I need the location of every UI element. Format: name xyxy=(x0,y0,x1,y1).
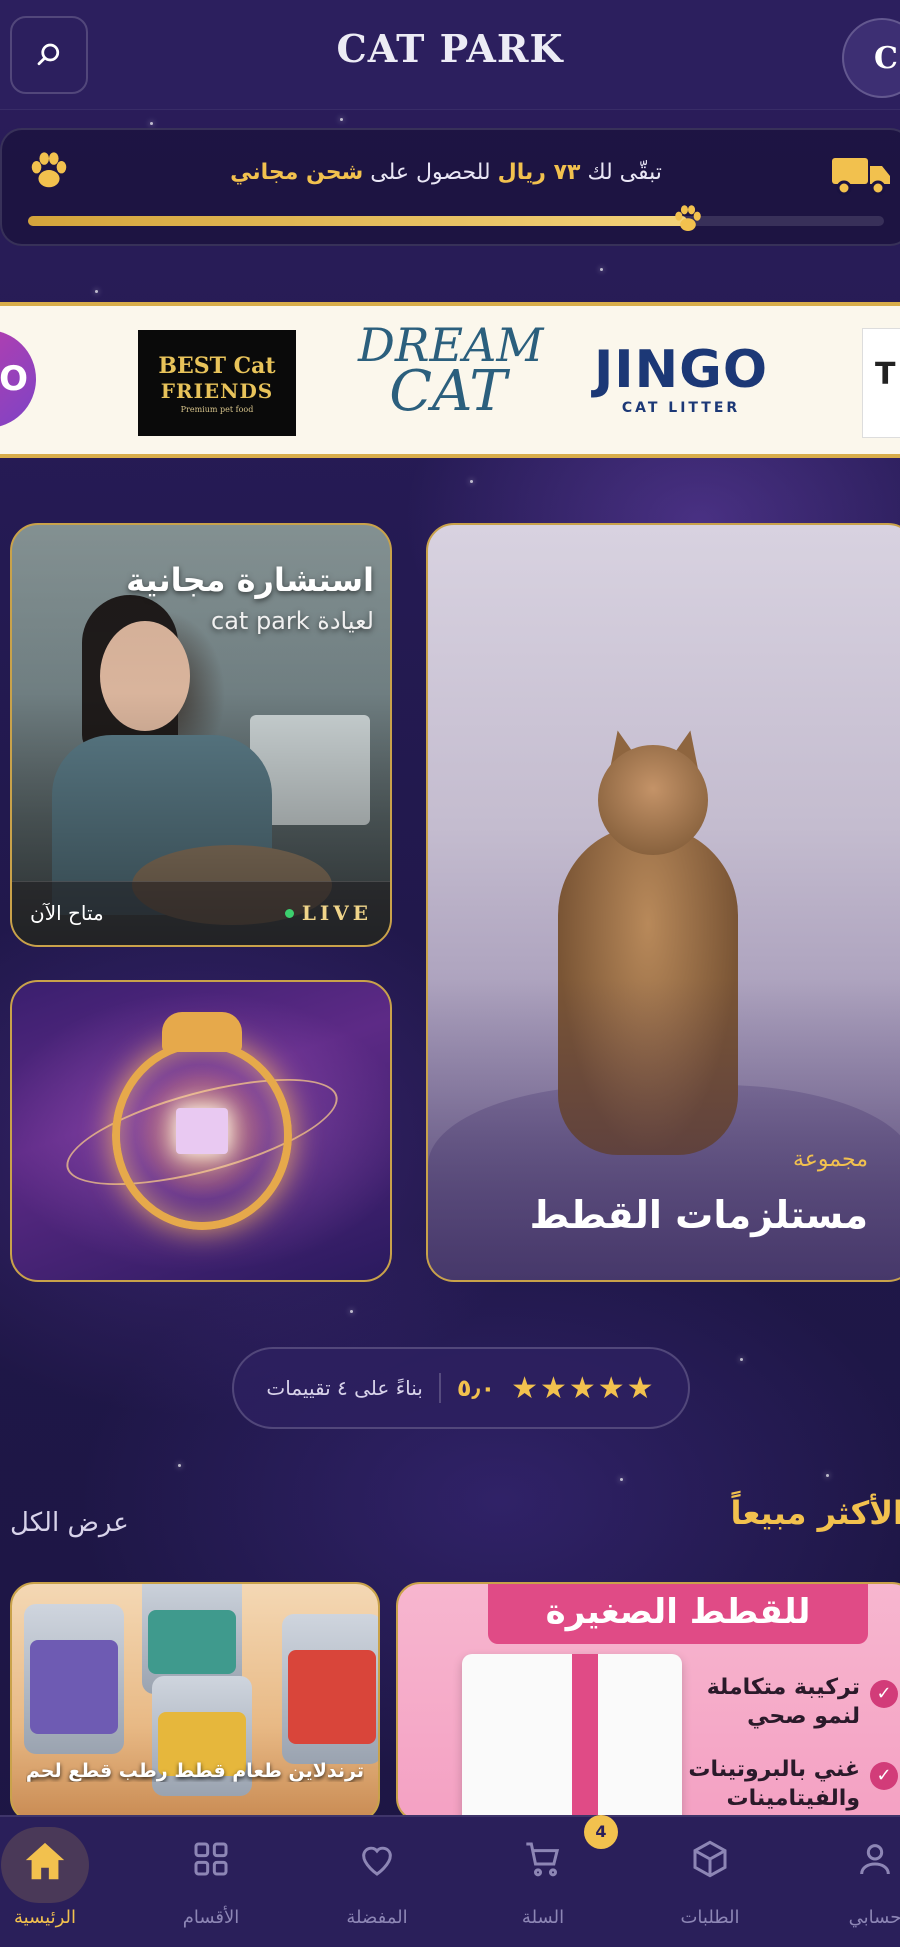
bottom-navigation: حسابي الطلبات السلة المفضلة الأقسام الرئ… xyxy=(0,1815,900,1947)
cat-supplies-collection-card[interactable]: مجموعة مستلزمات القطط xyxy=(426,523,900,1282)
live-dot-icon xyxy=(284,908,294,918)
nav-label: السلة xyxy=(521,1907,565,1928)
cart-icon xyxy=(526,1842,560,1877)
shipping-highlight: شحن مجاني xyxy=(230,160,364,185)
live-label: LIVE xyxy=(301,901,372,925)
nav-label: حسابي xyxy=(848,1907,900,1928)
store-rating: ★★★★★ ٥٫٠ بناءً على ٤ تقييمات xyxy=(232,1347,690,1429)
paw-icon xyxy=(31,152,67,188)
product-can-image xyxy=(24,1604,124,1754)
can-label xyxy=(148,1610,236,1674)
nav-item-favorites[interactable]: المفضلة xyxy=(302,1817,452,1947)
rating-count: بناءً على ٤ تقييمات xyxy=(266,1376,423,1400)
divider xyxy=(438,1373,441,1403)
star-decoration xyxy=(620,1478,623,1481)
box-icon xyxy=(693,1840,727,1878)
brand-logo-so[interactable]: SO xyxy=(0,330,36,428)
star-decoration xyxy=(826,1474,829,1477)
product-banner: للقطط الصغيرة xyxy=(488,1584,868,1644)
bag-stripe xyxy=(572,1654,598,1820)
app-header: CAT PARK C xyxy=(0,0,900,110)
brand-dream-line2: CAT xyxy=(389,359,507,424)
star-decoration xyxy=(95,290,98,293)
paw-progress-icon xyxy=(675,205,701,232)
app-title: CAT PARK xyxy=(336,26,564,71)
check-icon: ✓ xyxy=(870,1680,898,1708)
home-icon xyxy=(25,1842,65,1880)
can-label xyxy=(30,1640,118,1734)
feature-line: تركيبة متكاملة لنمو صحي xyxy=(706,1675,860,1729)
availability-label: متاح الآن xyxy=(30,901,104,925)
shipping-progress-fill xyxy=(28,216,688,226)
nav-item-orders[interactable]: الطلبات xyxy=(635,1817,785,1947)
gift-box-icon xyxy=(176,1108,228,1154)
star-decoration xyxy=(350,1310,353,1313)
star-decoration xyxy=(150,122,153,125)
nav-label: الطلبات xyxy=(680,1907,740,1928)
star-decoration xyxy=(178,1464,181,1467)
gift-crown-image xyxy=(162,1012,242,1052)
nav-item-categories[interactable]: الأقسام xyxy=(136,1817,286,1947)
cart-count-badge: 4 xyxy=(584,1815,618,1849)
consultation-title: استشارة مجانية xyxy=(126,561,374,599)
brand-best-line2: FRIENDS xyxy=(160,378,274,403)
rating-stars: ★★★★★ xyxy=(511,1370,656,1406)
truck-icon xyxy=(832,158,890,196)
free-shipping-bar: تبقّى لك ٧٣ ريال للحصول على شحن مجاني xyxy=(0,128,900,246)
star-decoration xyxy=(340,118,343,121)
nav-label: المفضلة xyxy=(346,1907,408,1928)
brand-carousel[interactable]: SO BEST Cat FRIENDS Premium pet food DRE… xyxy=(0,302,900,458)
rating-score: ٥٫٠ xyxy=(456,1374,496,1402)
consultation-subtitle: لعيادة cat park xyxy=(211,607,374,635)
consultation-footer: LIVE متاح الآن xyxy=(12,881,390,945)
live-badge: LIVE xyxy=(284,901,372,925)
shipping-prefix: تبقّى لك xyxy=(587,160,662,185)
brand-logo-jingo[interactable]: JINGO CAT LITTER xyxy=(586,344,776,416)
brand-logo-best-cat-friends[interactable]: BEST Cat FRIENDS Premium pet food xyxy=(138,330,296,436)
nav-item-account[interactable]: حسابي xyxy=(800,1817,900,1947)
shipping-amount: ٧٣ ريال xyxy=(497,160,581,185)
product-feature: ✓ تركيبة متكاملة لنمو صحي xyxy=(706,1674,898,1731)
best-sellers-title: الأكثر مبيعاً xyxy=(730,1494,900,1532)
brand-best-line1: BEST Cat xyxy=(158,352,276,379)
product-card-trendline[interactable]: ترندلاين طعام قطط رطب قطع لحم بالـ... xyxy=(10,1582,380,1822)
star-decoration xyxy=(470,480,473,483)
gift-promo-card[interactable] xyxy=(10,980,392,1282)
star-decoration xyxy=(740,1358,743,1361)
product-card-kitten-food[interactable]: للقطط الصغيرة ✓ تركيبة متكاملة لنمو صحي … xyxy=(396,1582,900,1822)
brand-jingo-line1: JINGO xyxy=(593,340,769,400)
brand-logo-partial[interactable]: T xyxy=(862,328,900,438)
star-decoration xyxy=(600,268,603,271)
brand-best-line3: Premium pet food xyxy=(180,404,254,414)
heart-icon xyxy=(362,1846,392,1876)
nav-item-home[interactable]: الرئيسية xyxy=(0,1817,120,1947)
grid-icon xyxy=(194,1842,228,1876)
view-all-link[interactable]: عرض الكل xyxy=(10,1508,129,1538)
user-icon xyxy=(860,1844,890,1875)
brand-jingo-line2: CAT LITTER xyxy=(621,400,741,416)
feature-line: غني بالبروتينات والفيتامينات xyxy=(688,1757,860,1811)
shipping-mid: للحصول على xyxy=(370,160,491,185)
check-icon: ✓ xyxy=(870,1762,898,1790)
collection-eyebrow: مجموعة xyxy=(793,1147,868,1172)
nav-label: الأقسام xyxy=(182,1907,240,1928)
can-label xyxy=(288,1650,376,1744)
brand-logo-dream-cat[interactable]: DREAM CAT xyxy=(358,322,543,442)
shipping-progress-track xyxy=(28,205,884,232)
product-feature: ✓ غني بالبروتينات والفيتامينات xyxy=(688,1756,898,1813)
collection-title: مستلزمات القطط xyxy=(529,1193,868,1237)
product-can-image xyxy=(282,1614,378,1764)
shipping-message: تبقّى لك ٧٣ ريال للحصول على شحن مجاني xyxy=(122,160,770,185)
free-consultation-card[interactable]: استشارة مجانية لعيادة cat park LIVE متاح… xyxy=(10,523,392,947)
product-bag-image xyxy=(462,1654,682,1820)
nav-label: الرئيسية xyxy=(14,1907,76,1928)
product-name: ترندلاين طعام قطط رطب قطع لحم بالـ... xyxy=(26,1760,364,1782)
